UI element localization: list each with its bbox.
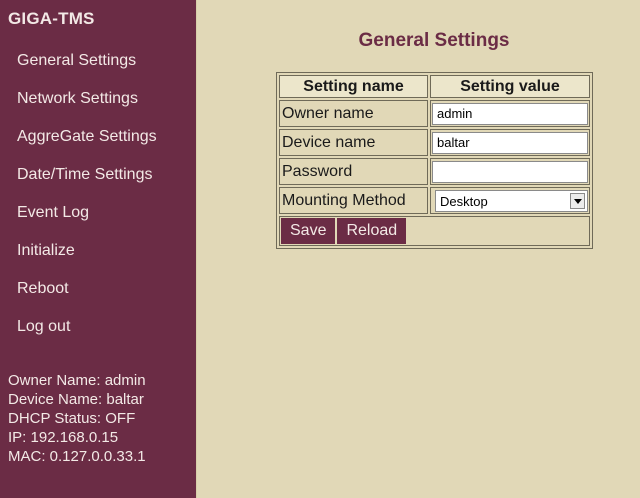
status-mac: MAC: 0.127.0.0.33.1 [8,448,146,465]
table-header-row: Setting name Setting value [279,75,590,98]
password-label: Password [279,158,428,185]
table-row: Owner name [279,100,590,127]
mounting-method-selected-value: Desktop [440,193,488,209]
password-input[interactable] [432,160,588,183]
nav-log-out[interactable]: Log out [17,318,70,336]
status-dhcp: DHCP Status: OFF [8,410,136,427]
status-device-name: Device Name: baltar [8,391,144,408]
table-row: Device name [279,129,590,156]
owner-name-label: Owner name [279,100,428,127]
nav-aggregate-settings[interactable]: AggreGate Settings [17,128,157,146]
device-status-panel: Owner Name: admin Device Name: baltar DH… [8,371,146,466]
status-ip: IP: 192.168.0.15 [8,429,119,446]
mounting-method-cell: Desktop [430,187,590,214]
sidebar: GIGA-TMS General Settings Network Settin… [0,0,197,498]
nav-general-settings[interactable]: General Settings [17,52,136,70]
column-header-setting-name: Setting name [279,75,428,98]
nav-reboot[interactable]: Reboot [17,280,69,298]
device-name-input[interactable] [432,131,588,154]
actions-row: Save Reload [279,216,590,246]
brand-title: GIGA-TMS [8,9,95,28]
chevron-down-icon[interactable] [570,192,585,209]
password-cell [430,158,590,185]
page-title: General Settings [358,30,510,51]
mounting-method-select[interactable]: Desktop [435,189,588,212]
reload-button[interactable]: Reload [337,218,408,244]
settings-table: Setting name Setting value Owner name De… [276,72,593,249]
device-name-cell [430,129,590,156]
device-name-label: Device name [279,129,428,156]
table-row: Password [279,158,590,185]
save-button[interactable]: Save [281,218,337,244]
actions-cell: Save Reload [279,216,590,246]
nav-datetime-settings[interactable]: Date/Time Settings [17,166,152,184]
nav-initialize[interactable]: Initialize [17,242,75,260]
owner-name-input[interactable] [432,102,588,125]
nav-network-settings[interactable]: Network Settings [17,90,138,108]
mounting-method-label: Mounting Method [279,187,428,214]
status-owner-name: Owner Name: admin [8,372,146,389]
column-header-setting-value: Setting value [430,75,590,98]
nav-event-log[interactable]: Event Log [17,204,89,222]
owner-name-cell [430,100,590,127]
table-row: Mounting Method Desktop [279,187,590,214]
